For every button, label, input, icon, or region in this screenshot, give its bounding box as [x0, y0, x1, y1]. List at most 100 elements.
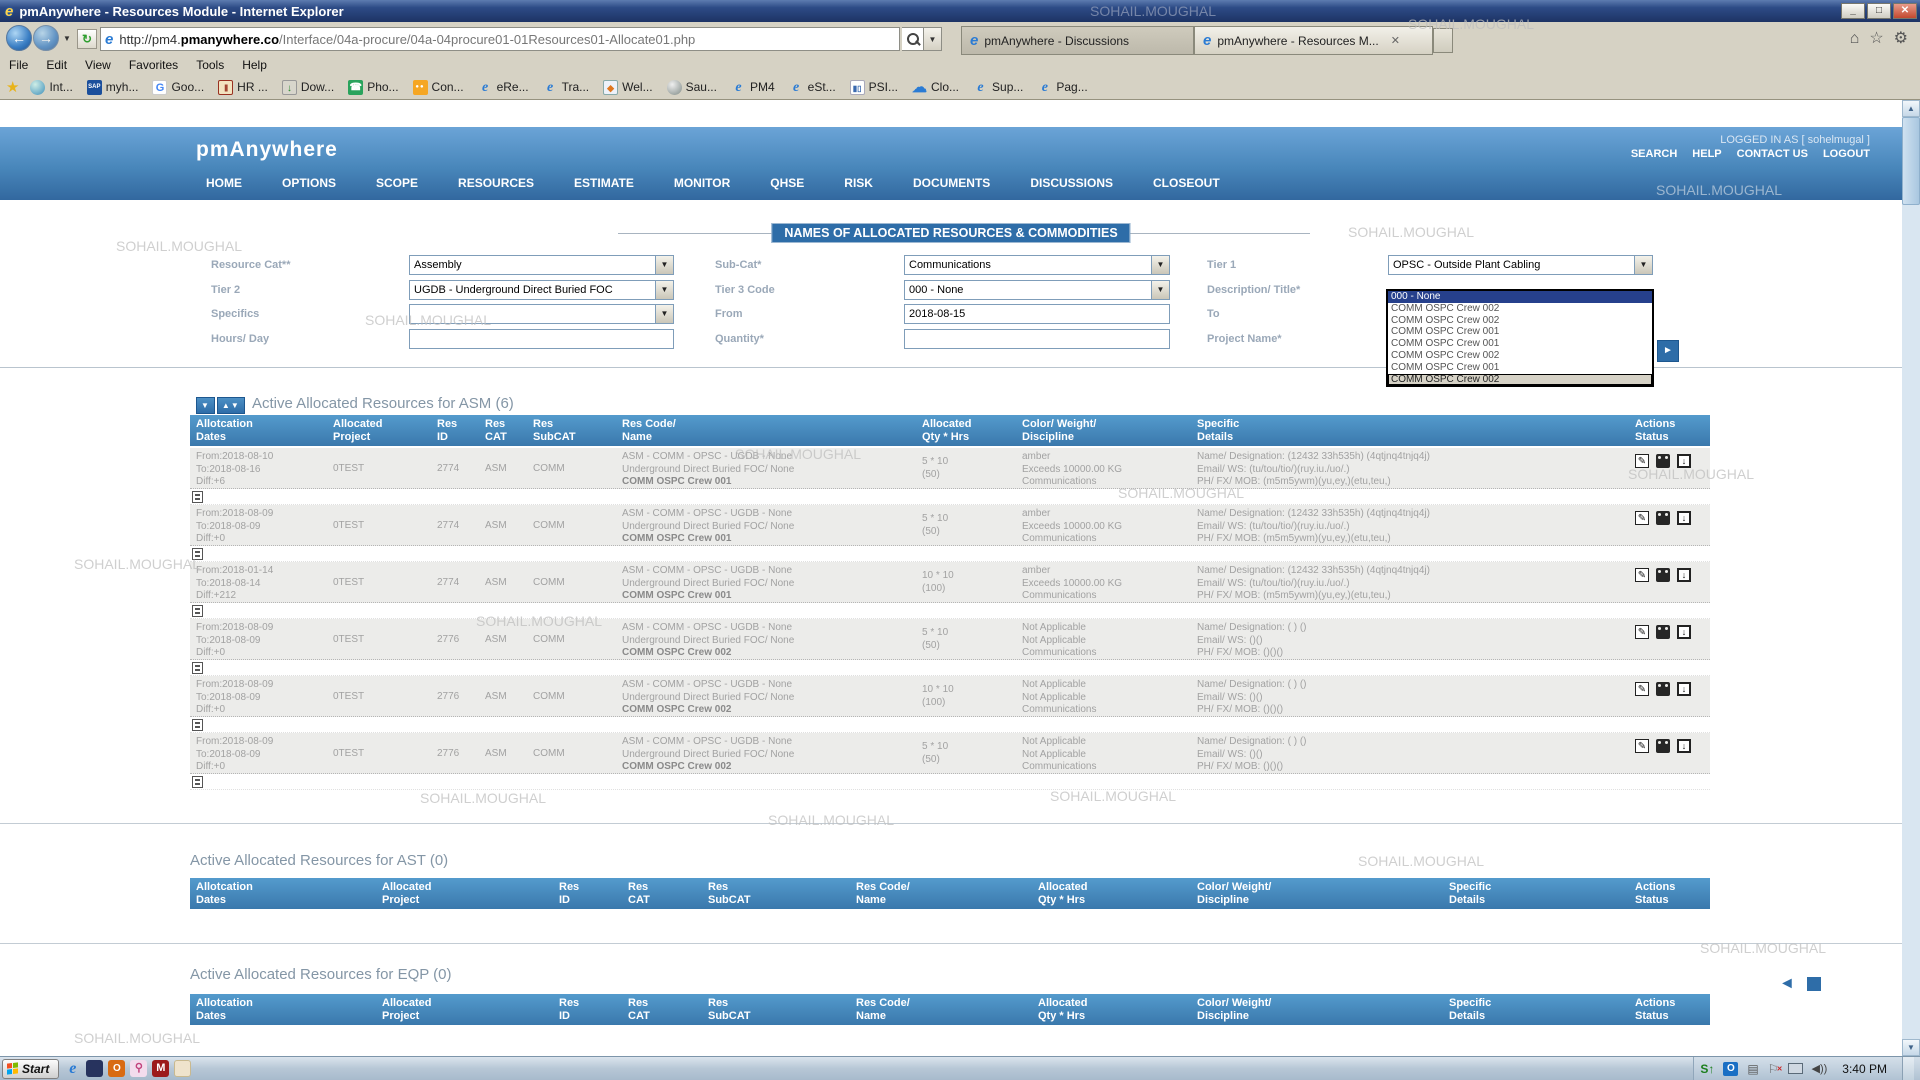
sync-icon[interactable]: S↑	[1700, 1062, 1714, 1076]
menu-item[interactable]: Edit	[37, 58, 76, 72]
submit-arrow-button[interactable]: ►	[1657, 340, 1679, 362]
favorite-item[interactable]: myh...	[80, 79, 146, 96]
maximize-button[interactable]: □	[1867, 3, 1891, 19]
add-favorite-icon[interactable]: ★	[6, 78, 19, 96]
download-icon[interactable]: ↓	[1677, 454, 1691, 468]
close-button[interactable]: ✕	[1893, 3, 1917, 19]
printer-icon[interactable]: ▤	[1747, 1062, 1758, 1076]
scrollbar-thumb[interactable]	[1902, 117, 1920, 205]
row-detail-icon[interactable]	[192, 548, 203, 560]
start-button[interactable]: Start	[2, 1059, 59, 1079]
row-detail-icon[interactable]	[192, 605, 203, 617]
favorite-item[interactable]: PSI...	[843, 79, 905, 96]
refresh-button[interactable]: ↻	[77, 29, 97, 49]
download-icon[interactable]: ↓	[1677, 568, 1691, 582]
favorite-item[interactable]: Dow...	[275, 79, 341, 96]
specifics-select[interactable]: ▼	[409, 304, 674, 324]
row-detail-icon[interactable]	[192, 491, 203, 503]
download-icon[interactable]: ↓	[1677, 682, 1691, 696]
row-detail-icon[interactable]	[192, 719, 203, 731]
utility-link[interactable]: HELP	[1692, 148, 1721, 160]
dropdown-option[interactable]: COMM OSPC Crew 002	[1388, 315, 1652, 327]
new-tab-button[interactable]	[1433, 28, 1453, 53]
tab-close-icon[interactable]: ✕	[1391, 34, 1400, 47]
quick-launch-icon[interactable]	[174, 1060, 191, 1077]
quick-launch-icon[interactable]: M	[152, 1060, 169, 1077]
quantity-input[interactable]	[904, 329, 1170, 349]
menu-item[interactable]: Tools	[187, 58, 233, 72]
site-logo[interactable]: pmAnywhere	[196, 138, 338, 162]
back-button[interactable]: ←	[6, 25, 32, 51]
forward-button[interactable]: →	[33, 25, 59, 51]
hours-input[interactable]	[409, 329, 674, 349]
nav-item[interactable]: DISCUSSIONS	[1030, 176, 1113, 190]
nav-item[interactable]: ESTIMATE	[574, 176, 634, 190]
row-detail-icon[interactable]	[192, 662, 203, 674]
nav-item[interactable]: CLOSEOUT	[1153, 176, 1220, 190]
edit-icon[interactable]: ✎	[1635, 511, 1649, 525]
scroll-down-icon[interactable]: ▼	[1902, 1039, 1920, 1056]
nav-item[interactable]: RISK	[844, 176, 873, 190]
utility-link[interactable]: SEARCH	[1631, 148, 1677, 160]
nav-item[interactable]: DOCUMENTS	[913, 176, 990, 190]
nav-item[interactable]: QHSE	[770, 176, 804, 190]
favorite-item[interactable]: Tra...	[536, 79, 597, 96]
menu-item[interactable]: Help	[233, 58, 276, 72]
resource-cat-select[interactable]: Assembly▼	[409, 255, 674, 275]
home-icon[interactable]: ⌂	[1850, 29, 1860, 49]
download-icon[interactable]: ↓	[1677, 625, 1691, 639]
edit-icon[interactable]: ✎	[1635, 682, 1649, 696]
dropdown-option[interactable]: COMM OSPC Crew 002	[1388, 350, 1652, 362]
favorite-item[interactable]: Clo...	[905, 79, 966, 96]
calendar-icon[interactable]	[1656, 739, 1670, 753]
dropdown-option[interactable]: COMM OSPC Crew 001	[1388, 362, 1652, 374]
tier2-select[interactable]: UGDB - Underground Direct Buried FOC▼	[409, 280, 674, 300]
download-icon[interactable]: ↓	[1677, 739, 1691, 753]
favorite-item[interactable]: Goo...	[145, 79, 211, 96]
search-icon[interactable]	[902, 27, 924, 51]
sort-toggle-button[interactable]: ▲▼	[217, 397, 245, 414]
dropdown-option[interactable]: COMM OSPC Crew 002	[1388, 303, 1652, 315]
vertical-scrollbar[interactable]: ▲ ▼	[1902, 100, 1920, 1056]
quick-launch-icon[interactable]: e	[64, 1060, 81, 1077]
stop-page-icon[interactable]	[1807, 977, 1821, 991]
favorite-item[interactable]: PM4	[724, 79, 782, 96]
clock[interactable]: 3:40 PM	[1836, 1062, 1893, 1076]
tab-resources[interactable]: e pmAnywhere - Resources M... ✕	[1194, 26, 1433, 55]
tab-discussions[interactable]: e pmAnywhere - Discussions	[961, 26, 1194, 55]
dropdown-arrow-icon[interactable]: ▼	[655, 305, 673, 323]
calendar-icon[interactable]	[1656, 625, 1670, 639]
previous-page-icon[interactable]: ◄	[1779, 976, 1795, 992]
favorite-item[interactable]: Int...	[23, 79, 79, 96]
dropdown-arrow-icon[interactable]: ▼	[1151, 256, 1169, 274]
nav-item[interactable]: OPTIONS	[282, 176, 336, 190]
calendar-icon[interactable]	[1656, 454, 1670, 468]
favorite-item[interactable]: Sup...	[966, 79, 1030, 96]
nav-item[interactable]: SCOPE	[376, 176, 418, 190]
tier1-select[interactable]: OPSC - Outside Plant Cabling▼	[1388, 255, 1653, 275]
minimize-button[interactable]: _	[1841, 3, 1865, 19]
tier3-select[interactable]: 000 - None▼	[904, 280, 1170, 300]
show-desktop-button[interactable]	[1902, 1057, 1914, 1080]
dropdown-arrow-icon[interactable]: ▼	[655, 256, 673, 274]
outlook-icon[interactable]: O	[1723, 1062, 1738, 1076]
favorite-item[interactable]: Pho...	[341, 79, 405, 96]
favorite-item[interactable]: Con...	[406, 79, 471, 96]
edit-icon[interactable]: ✎	[1635, 625, 1649, 639]
dropdown-arrow-icon[interactable]: ▼	[1634, 256, 1652, 274]
quick-launch-icon[interactable]	[86, 1060, 103, 1077]
menu-item[interactable]: Favorites	[120, 58, 187, 72]
dropdown-option[interactable]: 000 - None	[1388, 291, 1652, 303]
history-dropdown-icon[interactable]: ▼	[63, 34, 71, 43]
sub-cat-select[interactable]: Communications▼	[904, 255, 1170, 275]
quick-launch-icon[interactable]: ⚲	[130, 1060, 147, 1077]
favorite-item[interactable]: HR ...	[211, 79, 275, 96]
menu-item[interactable]: View	[76, 58, 120, 72]
scroll-up-icon[interactable]: ▲	[1902, 100, 1920, 117]
nav-item[interactable]: RESOURCES	[458, 176, 534, 190]
address-bar[interactable]: e http://pm4.pmanywhere.co/Interface/04a…	[100, 27, 900, 51]
dropdown-option[interactable]: COMM OSPC Crew 001	[1388, 338, 1652, 350]
utility-link[interactable]: LOGOUT	[1823, 148, 1870, 160]
sort-desc-button[interactable]: ▼	[196, 397, 215, 414]
edit-icon[interactable]: ✎	[1635, 568, 1649, 582]
